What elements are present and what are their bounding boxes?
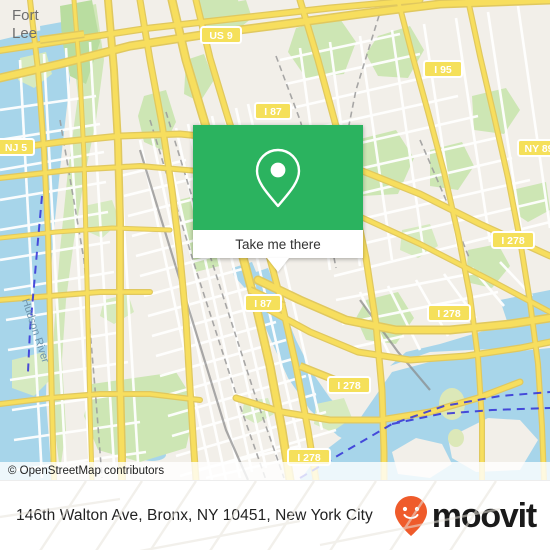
location-popup-card[interactable]: Take me there — [193, 125, 363, 272]
svg-text:I 87: I 87 — [254, 298, 272, 310]
place-label-lee: Lee — [12, 25, 37, 42]
popup-pointer-tail — [267, 258, 289, 272]
svg-text:NY 89: NY 89 — [525, 143, 550, 155]
moovit-logo[interactable]: moovit — [392, 494, 537, 538]
map-pin-icon — [255, 148, 301, 207]
footer-bar: 146th Walton Ave, Bronx, NY 10451, New Y… — [0, 480, 550, 550]
moovit-pin-smiley-icon — [394, 495, 427, 536]
svg-text:I 278: I 278 — [337, 380, 361, 392]
svg-text:NJ 5: NJ 5 — [5, 142, 27, 154]
popup-icon-area — [193, 125, 363, 230]
svg-text:I 278: I 278 — [437, 308, 461, 320]
osm-attribution[interactable]: © OpenStreetMap contributors — [0, 462, 550, 480]
svg-text:I 95: I 95 — [434, 64, 452, 76]
svg-text:I 278: I 278 — [501, 235, 525, 247]
take-me-there-label: Take me there — [235, 236, 321, 252]
take-me-there-button[interactable]: Take me there — [193, 230, 363, 258]
place-label-fort: Fort — [12, 7, 40, 24]
svg-text:US 9: US 9 — [209, 30, 233, 42]
map-screenshot: US 9 I 95 I 87 NJ 5 NY 8 I 278 I 87 I 27… — [0, 0, 550, 550]
address-label: 146th Walton Ave, Bronx, NY 10451, New Y… — [16, 506, 373, 524]
svg-text:I 87: I 87 — [264, 106, 282, 118]
moovit-wordmark: moovit — [431, 496, 537, 535]
